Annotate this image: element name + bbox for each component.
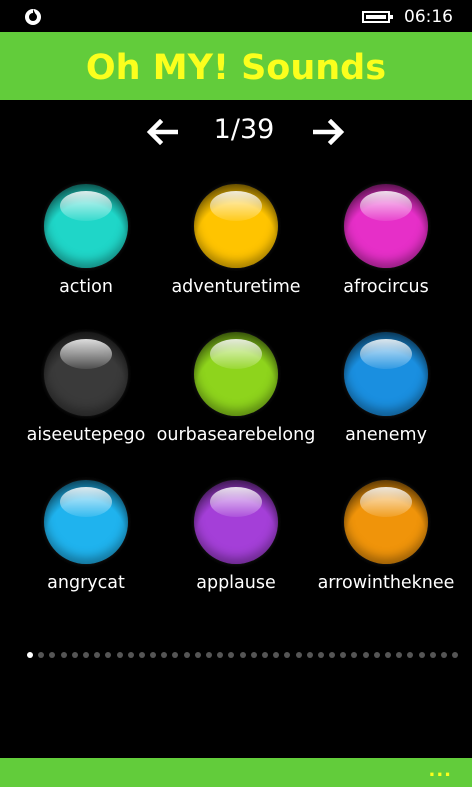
sound-ball-icon [44, 184, 128, 268]
pagination-dot [94, 652, 101, 658]
sound-ball-icon [344, 332, 428, 416]
pagination-dot [127, 652, 134, 658]
pagination-dot [60, 652, 67, 658]
pagination-dot [329, 652, 336, 658]
sound-button[interactable]: adventuretime [161, 184, 311, 314]
pagination-dot [116, 652, 123, 658]
sound-button[interactable]: applause [161, 480, 311, 610]
pagination-dot [295, 652, 302, 658]
pagination-dot [183, 652, 190, 658]
pagination-dot [284, 652, 291, 658]
sound-button[interactable]: arrowintheknee [311, 480, 461, 610]
status-clock: 06:16 [404, 7, 453, 27]
pagination-dot [71, 652, 78, 658]
arrow-left-icon [146, 119, 178, 145]
sound-ball-icon [194, 480, 278, 564]
sound-button[interactable]: ourbasearebelong [157, 332, 315, 462]
pagination-dot [105, 652, 112, 658]
pagination-dot [228, 652, 235, 658]
pagination-dot [396, 652, 403, 658]
page-indicator: 1/39 [213, 114, 275, 145]
sound-label: afrocircus [343, 277, 429, 297]
sound-label: action [59, 277, 113, 297]
pagination-dot [217, 652, 224, 658]
sound-button[interactable]: action [11, 184, 161, 314]
pagination-dot [38, 652, 45, 658]
sound-label: anenemy [345, 425, 427, 445]
pagination-dot [340, 652, 347, 658]
pagination-dot [373, 652, 380, 658]
pagination-dot [49, 652, 56, 658]
next-page-button[interactable] [309, 114, 349, 150]
pagination-dot [440, 652, 447, 658]
arrow-right-icon [313, 119, 345, 145]
app-bar: ... [0, 758, 472, 787]
pagination-dot [161, 652, 168, 658]
title-bar: Oh MY! Sounds [0, 32, 472, 100]
pagination-dot [452, 652, 459, 658]
sound-label: angrycat [47, 573, 125, 593]
more-options-button[interactable]: ... [428, 760, 452, 781]
pagination-dot [239, 652, 246, 658]
sound-label: adventuretime [171, 277, 301, 297]
pagination-dot [250, 652, 257, 658]
pagination-dot [261, 652, 268, 658]
page-navigator: 1/39 [0, 110, 472, 154]
pagination-dot [351, 652, 358, 658]
pagination-dot [194, 652, 201, 658]
pagination-dot [273, 652, 280, 658]
pagination-dot [306, 652, 313, 658]
pagination-dot [418, 652, 425, 658]
sound-ball-icon [194, 332, 278, 416]
sound-label: applause [196, 573, 276, 593]
pagination-dot [82, 652, 89, 658]
pagination-dot [407, 652, 414, 658]
sound-ball-icon [344, 480, 428, 564]
sound-button[interactable]: angrycat [11, 480, 161, 610]
sound-label: arrowintheknee [317, 573, 455, 593]
sound-label: ourbasearebelong [156, 425, 316, 445]
battery-icon [362, 11, 393, 23]
pagination-dot [317, 652, 324, 658]
sound-grid: action adventuretime afrocircus aiseeutepeg… [0, 184, 472, 604]
app-notification-icon [25, 9, 41, 25]
sound-button[interactable]: aiseeutepego [11, 332, 161, 462]
pagination-dot [362, 652, 369, 658]
previous-page-button[interactable] [142, 114, 182, 150]
pagination-dot [150, 652, 157, 658]
pagination-dot-active [27, 652, 33, 658]
pagination-dot [429, 652, 436, 658]
pagination-dot [206, 652, 212, 658]
sound-ball-icon [344, 184, 428, 268]
status-bar: 06:16 [0, 0, 472, 32]
sound-label: aiseeutepego [26, 425, 146, 445]
pagination-dot [138, 652, 145, 658]
pagination-dot [172, 652, 179, 658]
pagination-dot [385, 652, 391, 658]
sound-button[interactable]: anenemy [311, 332, 461, 462]
pagination-dots [27, 652, 463, 660]
app-title: Oh MY! Sounds [85, 48, 387, 88]
sound-ball-icon [44, 332, 128, 416]
sound-button[interactable]: afrocircus [311, 184, 461, 314]
sound-ball-icon [194, 184, 278, 268]
sound-ball-icon [44, 480, 128, 564]
